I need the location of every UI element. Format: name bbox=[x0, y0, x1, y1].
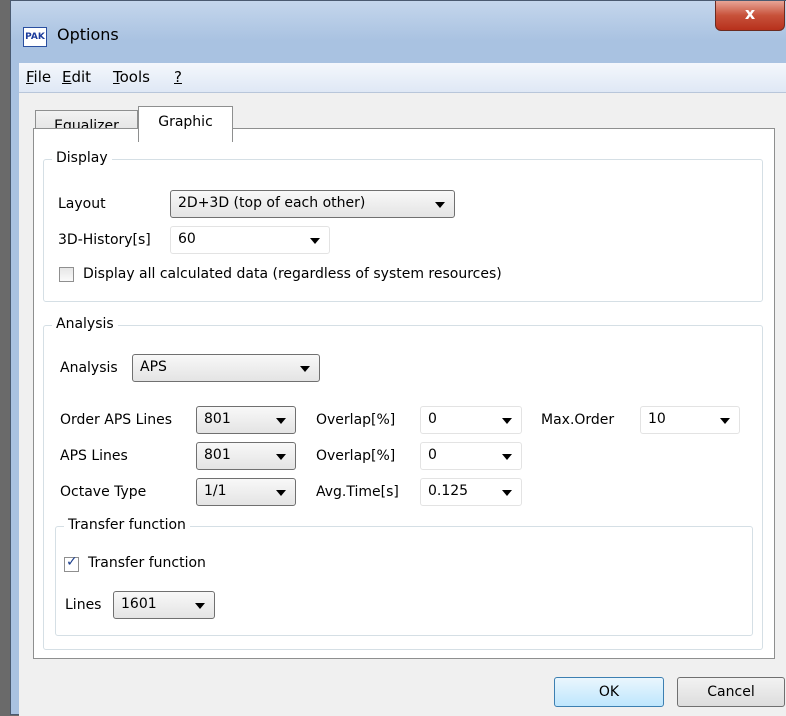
avg-time-label: Avg.Time[s] bbox=[316, 484, 399, 500]
transfer-function-checkbox[interactable]: ✓ bbox=[64, 554, 79, 572]
history-value: 60 bbox=[178, 231, 196, 247]
analysis-group-title: Analysis bbox=[52, 316, 118, 332]
display-all-label: Display all calculated data (regardless … bbox=[83, 266, 502, 282]
lines-value: 1601 bbox=[121, 596, 157, 612]
chevron-down-icon bbox=[435, 202, 445, 208]
chevron-down-icon bbox=[502, 418, 512, 424]
order-aps-lines-dropdown[interactable]: 801 bbox=[196, 406, 296, 434]
order-aps-lines-value: 801 bbox=[204, 411, 231, 427]
display-group: Display Layout 2D+3D (top of each other)… bbox=[43, 150, 763, 302]
aps-lines-value: 801 bbox=[204, 447, 231, 463]
max-order-value: 10 bbox=[648, 411, 666, 427]
aps-lines-dropdown[interactable]: 801 bbox=[196, 442, 296, 470]
analysis-group: Analysis Analysis APS Order APS Lines 80… bbox=[43, 316, 763, 650]
layout-label: Layout bbox=[58, 196, 106, 212]
history-label: 3D-History[s] bbox=[58, 232, 151, 248]
max-order-dropdown[interactable]: 10 bbox=[640, 406, 740, 434]
chevron-down-icon bbox=[502, 454, 512, 460]
octave-type-label: Octave Type bbox=[60, 484, 147, 500]
options-window: PAK Options x File Edit Tools ? Equalize… bbox=[10, 0, 786, 716]
overlap-dropdown[interactable]: 0 bbox=[420, 406, 522, 434]
tab-graphic[interactable]: Graphic bbox=[138, 106, 233, 142]
chevron-down-icon bbox=[276, 418, 286, 424]
close-button[interactable]: x bbox=[715, 1, 785, 31]
overlap-value: 0 bbox=[428, 447, 437, 463]
chevron-down-icon bbox=[276, 454, 286, 460]
overlap-value: 0 bbox=[428, 411, 437, 427]
max-order-label: Max.Order bbox=[541, 412, 615, 428]
dialog-client: Equalizer Graphic Display Layout 2D+3D (… bbox=[19, 93, 786, 716]
display-group-title: Display bbox=[52, 150, 112, 166]
transfer-function-label: Transfer function bbox=[88, 555, 206, 571]
avg-time-value: 0.125 bbox=[428, 483, 469, 499]
analysis-value: APS bbox=[140, 359, 167, 375]
title-bar[interactable]: PAK Options x bbox=[11, 1, 786, 63]
window-title: Options bbox=[57, 25, 119, 44]
history-dropdown[interactable]: 60 bbox=[170, 226, 330, 254]
analysis-label: Analysis bbox=[60, 360, 118, 376]
menu-tools[interactable]: Tools bbox=[113, 68, 150, 86]
avg-time-dropdown[interactable]: 0.125 bbox=[420, 478, 522, 506]
chevron-down-icon bbox=[720, 418, 730, 424]
chevron-down-icon bbox=[195, 603, 205, 609]
ok-button[interactable]: OK bbox=[554, 677, 664, 707]
chevron-down-icon bbox=[300, 366, 310, 372]
chevron-down-icon bbox=[276, 490, 286, 496]
menu-bar: File Edit Tools ? bbox=[19, 63, 786, 93]
chevron-down-icon bbox=[502, 490, 512, 496]
layout-dropdown[interactable]: 2D+3D (top of each other) bbox=[170, 190, 455, 218]
close-icon: x bbox=[744, 4, 756, 23]
display-all-checkbox[interactable] bbox=[59, 267, 74, 282]
layout-value: 2D+3D (top of each other) bbox=[178, 195, 366, 211]
menu-file[interactable]: File bbox=[26, 68, 51, 86]
graphic-tab-panel: Display Layout 2D+3D (top of each other)… bbox=[33, 128, 775, 659]
aps-lines-label: APS Lines bbox=[60, 448, 128, 464]
cancel-button[interactable]: Cancel bbox=[677, 677, 785, 707]
overlap-dropdown[interactable]: 0 bbox=[420, 442, 522, 470]
menu-help[interactable]: ? bbox=[174, 68, 182, 86]
check-icon: ✓ bbox=[66, 554, 78, 570]
lines-label: Lines bbox=[65, 597, 102, 613]
overlap-label: Overlap[%] bbox=[316, 448, 396, 464]
transfer-function-group-title: Transfer function bbox=[64, 517, 190, 533]
analysis-dropdown[interactable]: APS bbox=[132, 354, 320, 382]
chevron-down-icon bbox=[310, 238, 320, 244]
menu-edit[interactable]: Edit bbox=[62, 68, 91, 86]
octave-type-dropdown[interactable]: 1/1 bbox=[196, 478, 296, 506]
order-aps-lines-label: Order APS Lines bbox=[60, 412, 173, 428]
overlap-label: Overlap[%] bbox=[316, 412, 396, 428]
lines-dropdown[interactable]: 1601 bbox=[113, 591, 215, 619]
pak-logo: PAK bbox=[23, 27, 47, 47]
transfer-function-group: Transfer function ✓ Transfer function Li… bbox=[55, 517, 753, 636]
octave-type-value: 1/1 bbox=[204, 483, 227, 499]
